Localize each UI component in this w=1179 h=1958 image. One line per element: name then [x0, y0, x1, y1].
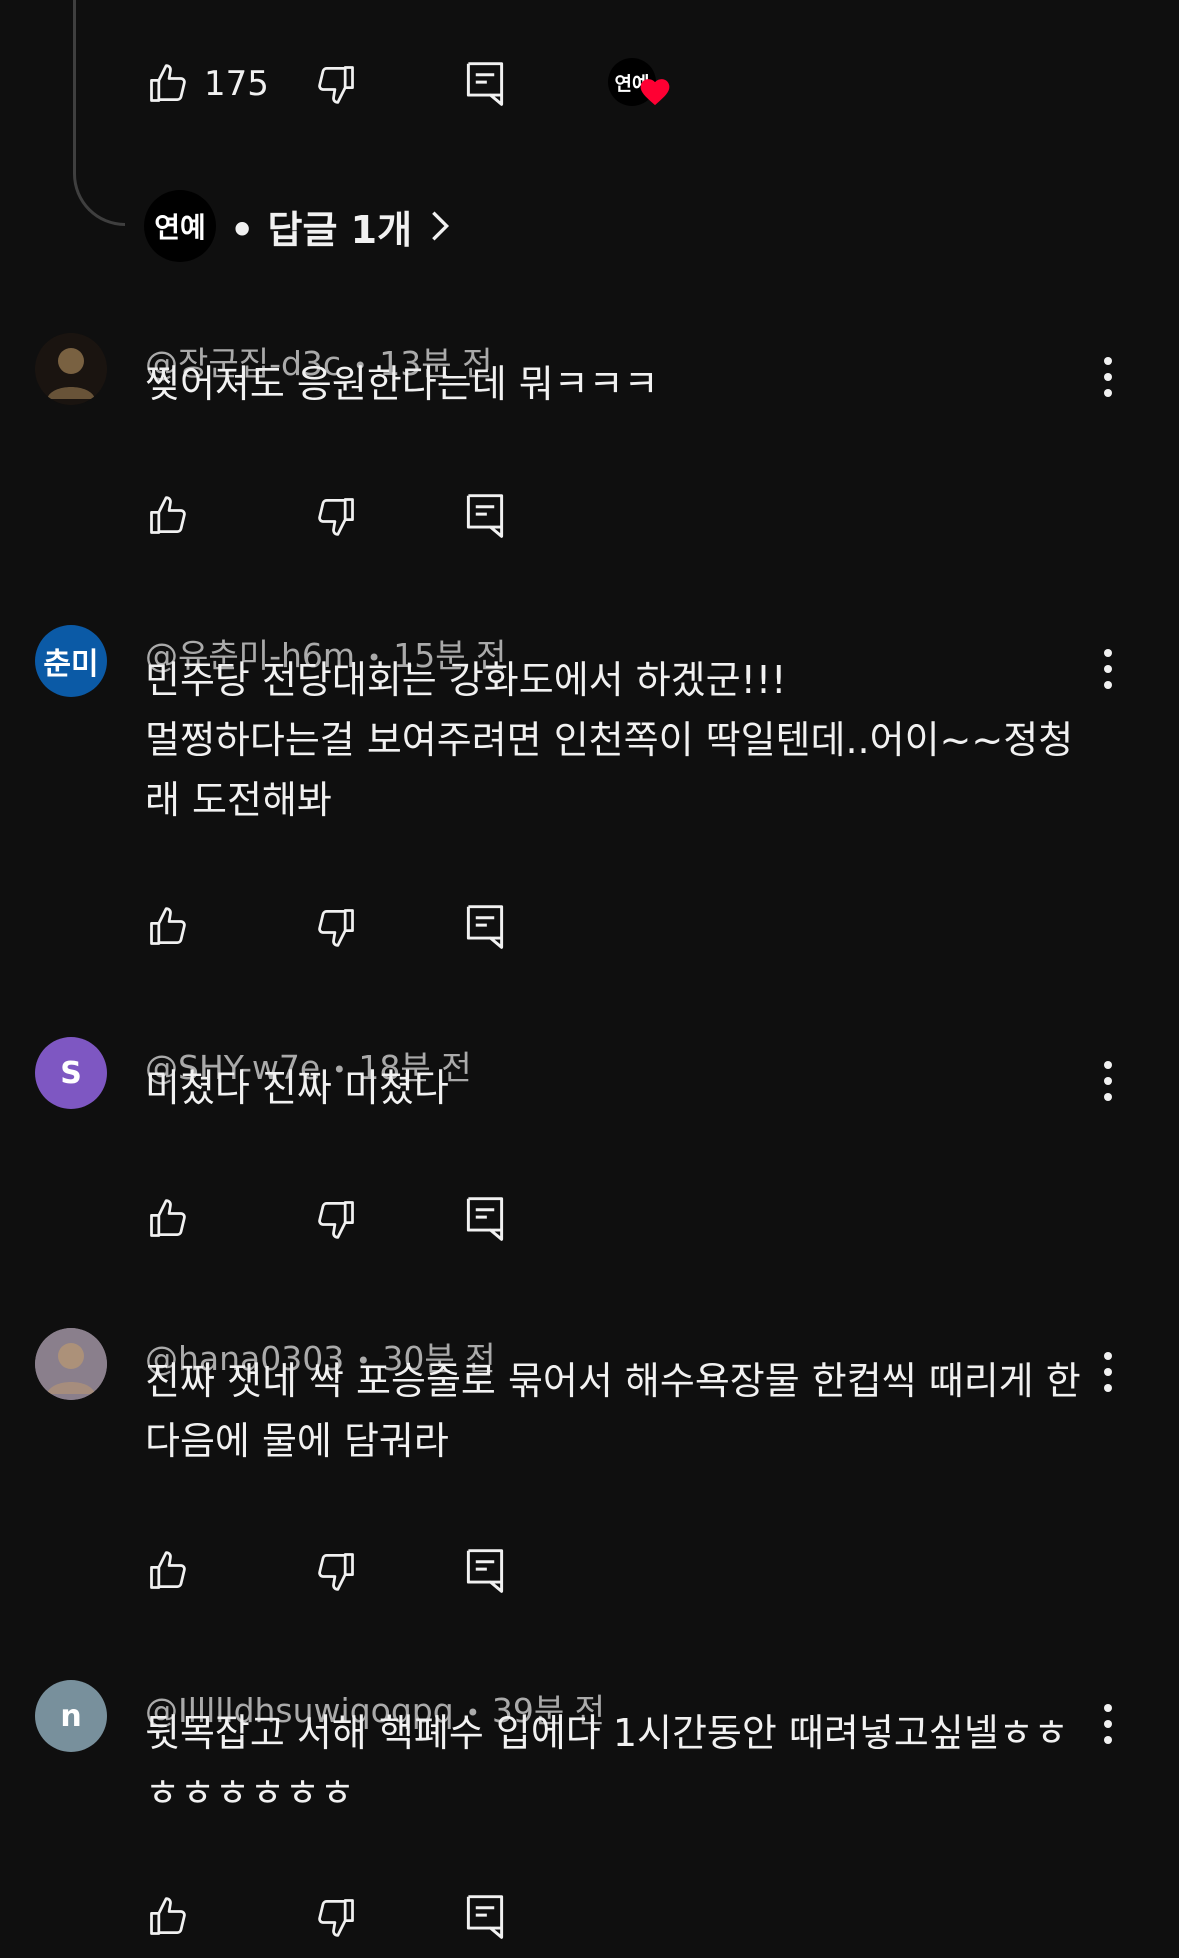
avatar[interactable]: 춘미	[35, 625, 107, 697]
avatar[interactable]	[35, 333, 107, 405]
like-button[interactable]: 175	[146, 62, 269, 106]
comment-icon	[466, 905, 504, 949]
like-button[interactable]	[146, 905, 190, 949]
thumb-down-icon	[318, 498, 354, 536]
more-vert-icon	[1104, 681, 1112, 689]
thumb-down-icon	[318, 909, 354, 947]
more-vert-icon	[1104, 373, 1112, 381]
creator-heart-badge: 연예	[608, 58, 670, 110]
avatar[interactable]: n	[35, 1680, 107, 1752]
thumb-down-icon	[318, 1553, 354, 1591]
more-options-button[interactable]	[1092, 1057, 1124, 1105]
more-vert-icon	[1104, 357, 1112, 365]
thumb-down-icon	[318, 66, 354, 104]
like-count: 175	[204, 64, 269, 104]
dislike-button[interactable]	[314, 1197, 358, 1241]
like-button[interactable]	[146, 1549, 190, 1593]
avatar-initials: S	[60, 1055, 82, 1091]
like-button[interactable]	[146, 1197, 190, 1241]
comment-text: 미쳤다 진짜 미쳤다	[145, 1066, 449, 1110]
comment-text: 진짜 잿네 싹 포승줄로 묶어서 해수욕장물 한컵씩 때리게 한다음에 물에 담…	[145, 1359, 1081, 1463]
dislike-button[interactable]	[314, 62, 358, 106]
avatar-initials: 춘미	[43, 647, 99, 682]
comment-text: 찢어져도 응원한다는데 뭐ㅋㅋㅋ	[145, 362, 659, 406]
reply-button[interactable]	[464, 903, 506, 951]
dislike-button[interactable]	[314, 1549, 358, 1593]
comment-text: 민주당 전당대회는 강화도에서 하겠군!!! 멀쩡하다는걸 보여주려면 인천쪽이…	[145, 658, 1074, 822]
more-vert-icon	[1104, 649, 1112, 657]
replies-label: • 답글 1개	[230, 207, 413, 252]
reply-button[interactable]	[464, 1547, 506, 1595]
thumb-up-icon	[150, 496, 186, 534]
thumb-up-icon	[150, 907, 186, 945]
more-vert-icon	[1104, 1736, 1112, 1744]
thumb-up-icon	[150, 1897, 186, 1935]
chevron-right-icon	[432, 211, 450, 241]
more-options-button[interactable]	[1092, 645, 1124, 693]
reply-button[interactable]	[464, 1195, 506, 1243]
comment-icon	[466, 1895, 504, 1939]
comment-icon	[466, 62, 504, 106]
comment-icon	[466, 494, 504, 538]
view-replies-button[interactable]: 연예 • 답글 1개	[144, 190, 450, 262]
comment-icon	[466, 1549, 504, 1593]
more-vert-icon	[1104, 1077, 1112, 1085]
creator-avatar: 연예	[144, 190, 216, 262]
more-options-button[interactable]	[1092, 1348, 1124, 1396]
reply-thread-line	[73, 0, 125, 226]
dislike-button[interactable]	[314, 905, 358, 949]
reply-button[interactable]	[464, 60, 506, 108]
avatar-image	[35, 1328, 107, 1400]
reply-button[interactable]	[464, 1893, 506, 1941]
avatar[interactable]: S	[35, 1037, 107, 1109]
thumb-up-icon	[150, 64, 186, 102]
more-vert-icon	[1104, 1093, 1112, 1101]
thumb-up-icon	[150, 1199, 186, 1237]
more-options-button[interactable]	[1092, 1700, 1124, 1748]
comment-icon	[466, 1197, 504, 1241]
more-vert-icon	[1104, 1704, 1112, 1712]
comment-text: 뒷목잡고 서해 핵폐수 입에다 1시간동안 때려넣고싶넬ㅎㅎㅎㅎㅎㅎㅎㅎ	[145, 1711, 1069, 1815]
thumb-down-icon	[318, 1899, 354, 1937]
heart-icon	[640, 79, 670, 106]
more-options-button[interactable]	[1092, 353, 1124, 401]
thumb-down-icon	[318, 1201, 354, 1239]
more-vert-icon	[1104, 1384, 1112, 1392]
reply-button[interactable]	[464, 492, 506, 540]
more-vert-icon	[1104, 1352, 1112, 1360]
avatar-initials: n	[60, 1698, 82, 1734]
more-vert-icon	[1104, 1368, 1112, 1376]
thumb-up-icon	[150, 1551, 186, 1589]
like-button[interactable]	[146, 1895, 190, 1939]
like-button[interactable]	[146, 494, 190, 538]
avatar[interactable]	[35, 1328, 107, 1400]
dislike-button[interactable]	[314, 1895, 358, 1939]
avatar-image	[35, 333, 107, 405]
more-vert-icon	[1104, 665, 1112, 673]
dislike-button[interactable]	[314, 494, 358, 538]
more-vert-icon	[1104, 389, 1112, 397]
more-vert-icon	[1104, 1720, 1112, 1728]
more-vert-icon	[1104, 1061, 1112, 1069]
